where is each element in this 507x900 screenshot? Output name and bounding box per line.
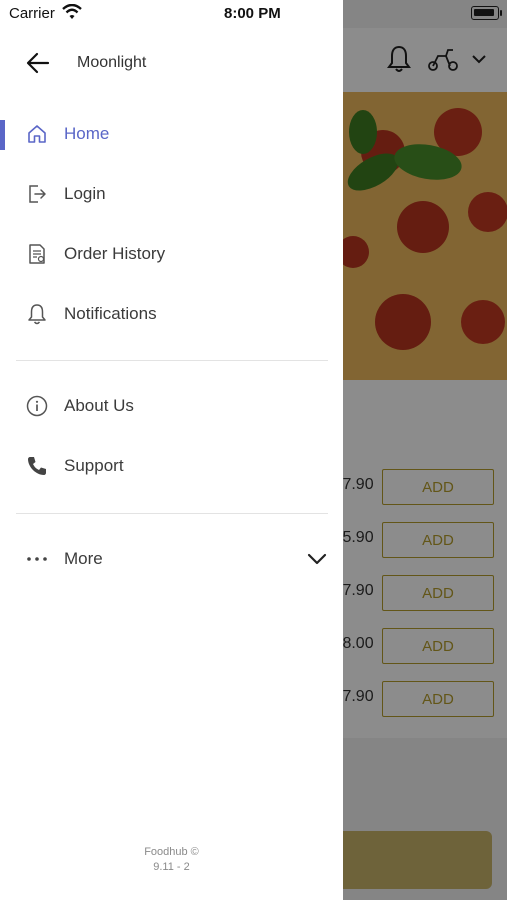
chevron-down-icon[interactable] — [306, 549, 328, 569]
receipt-icon — [29, 244, 45, 264]
nav-label: Notifications — [64, 304, 157, 323]
wifi-icon — [62, 4, 82, 19]
nav-label: Order History — [64, 244, 166, 263]
phone-icon — [28, 457, 46, 475]
nav-item-more[interactable]: More — [0, 535, 343, 583]
nav-label: More — [64, 549, 103, 568]
nav-item-home[interactable]: Home — [0, 110, 343, 158]
nav-item-login[interactable]: Login — [0, 170, 343, 218]
drawer-header: Moonlight — [0, 40, 343, 86]
footer-brand: Foodhub © — [144, 846, 199, 858]
nav-label: About Us — [64, 396, 134, 415]
info-icon — [26, 395, 48, 417]
footer-version: 9.11 - 2 — [153, 861, 190, 873]
divider — [16, 360, 328, 361]
divider — [16, 513, 328, 514]
nav-item-order-history[interactable]: Order History — [0, 230, 343, 278]
carrier-label: Carrier — [9, 5, 55, 22]
nav-item-support[interactable]: Support — [0, 442, 343, 490]
back-arrow-icon[interactable] — [24, 50, 52, 76]
nav-item-notifications[interactable]: Notifications — [0, 290, 343, 338]
nav-label: Home — [64, 124, 110, 143]
home-icon — [28, 125, 46, 143]
status-bar: Carrier 8:00 PM — [0, 0, 343, 28]
nav-item-about-us[interactable]: About Us — [0, 382, 343, 430]
navigation-drawer: Carrier 8:00 PM Moonlight Home Login Ord… — [0, 0, 343, 900]
active-indicator — [0, 120, 5, 150]
bell-icon — [28, 304, 46, 325]
more-dots-icon — [27, 557, 47, 561]
login-icon — [29, 185, 46, 203]
store-name: Moonlight — [77, 54, 147, 71]
app-footer: Foodhub © 9.11 - 2 — [0, 845, 343, 875]
status-time: 8:00 PM — [224, 5, 281, 22]
nav-label: Login — [64, 184, 106, 203]
nav-label: Support — [64, 456, 124, 475]
